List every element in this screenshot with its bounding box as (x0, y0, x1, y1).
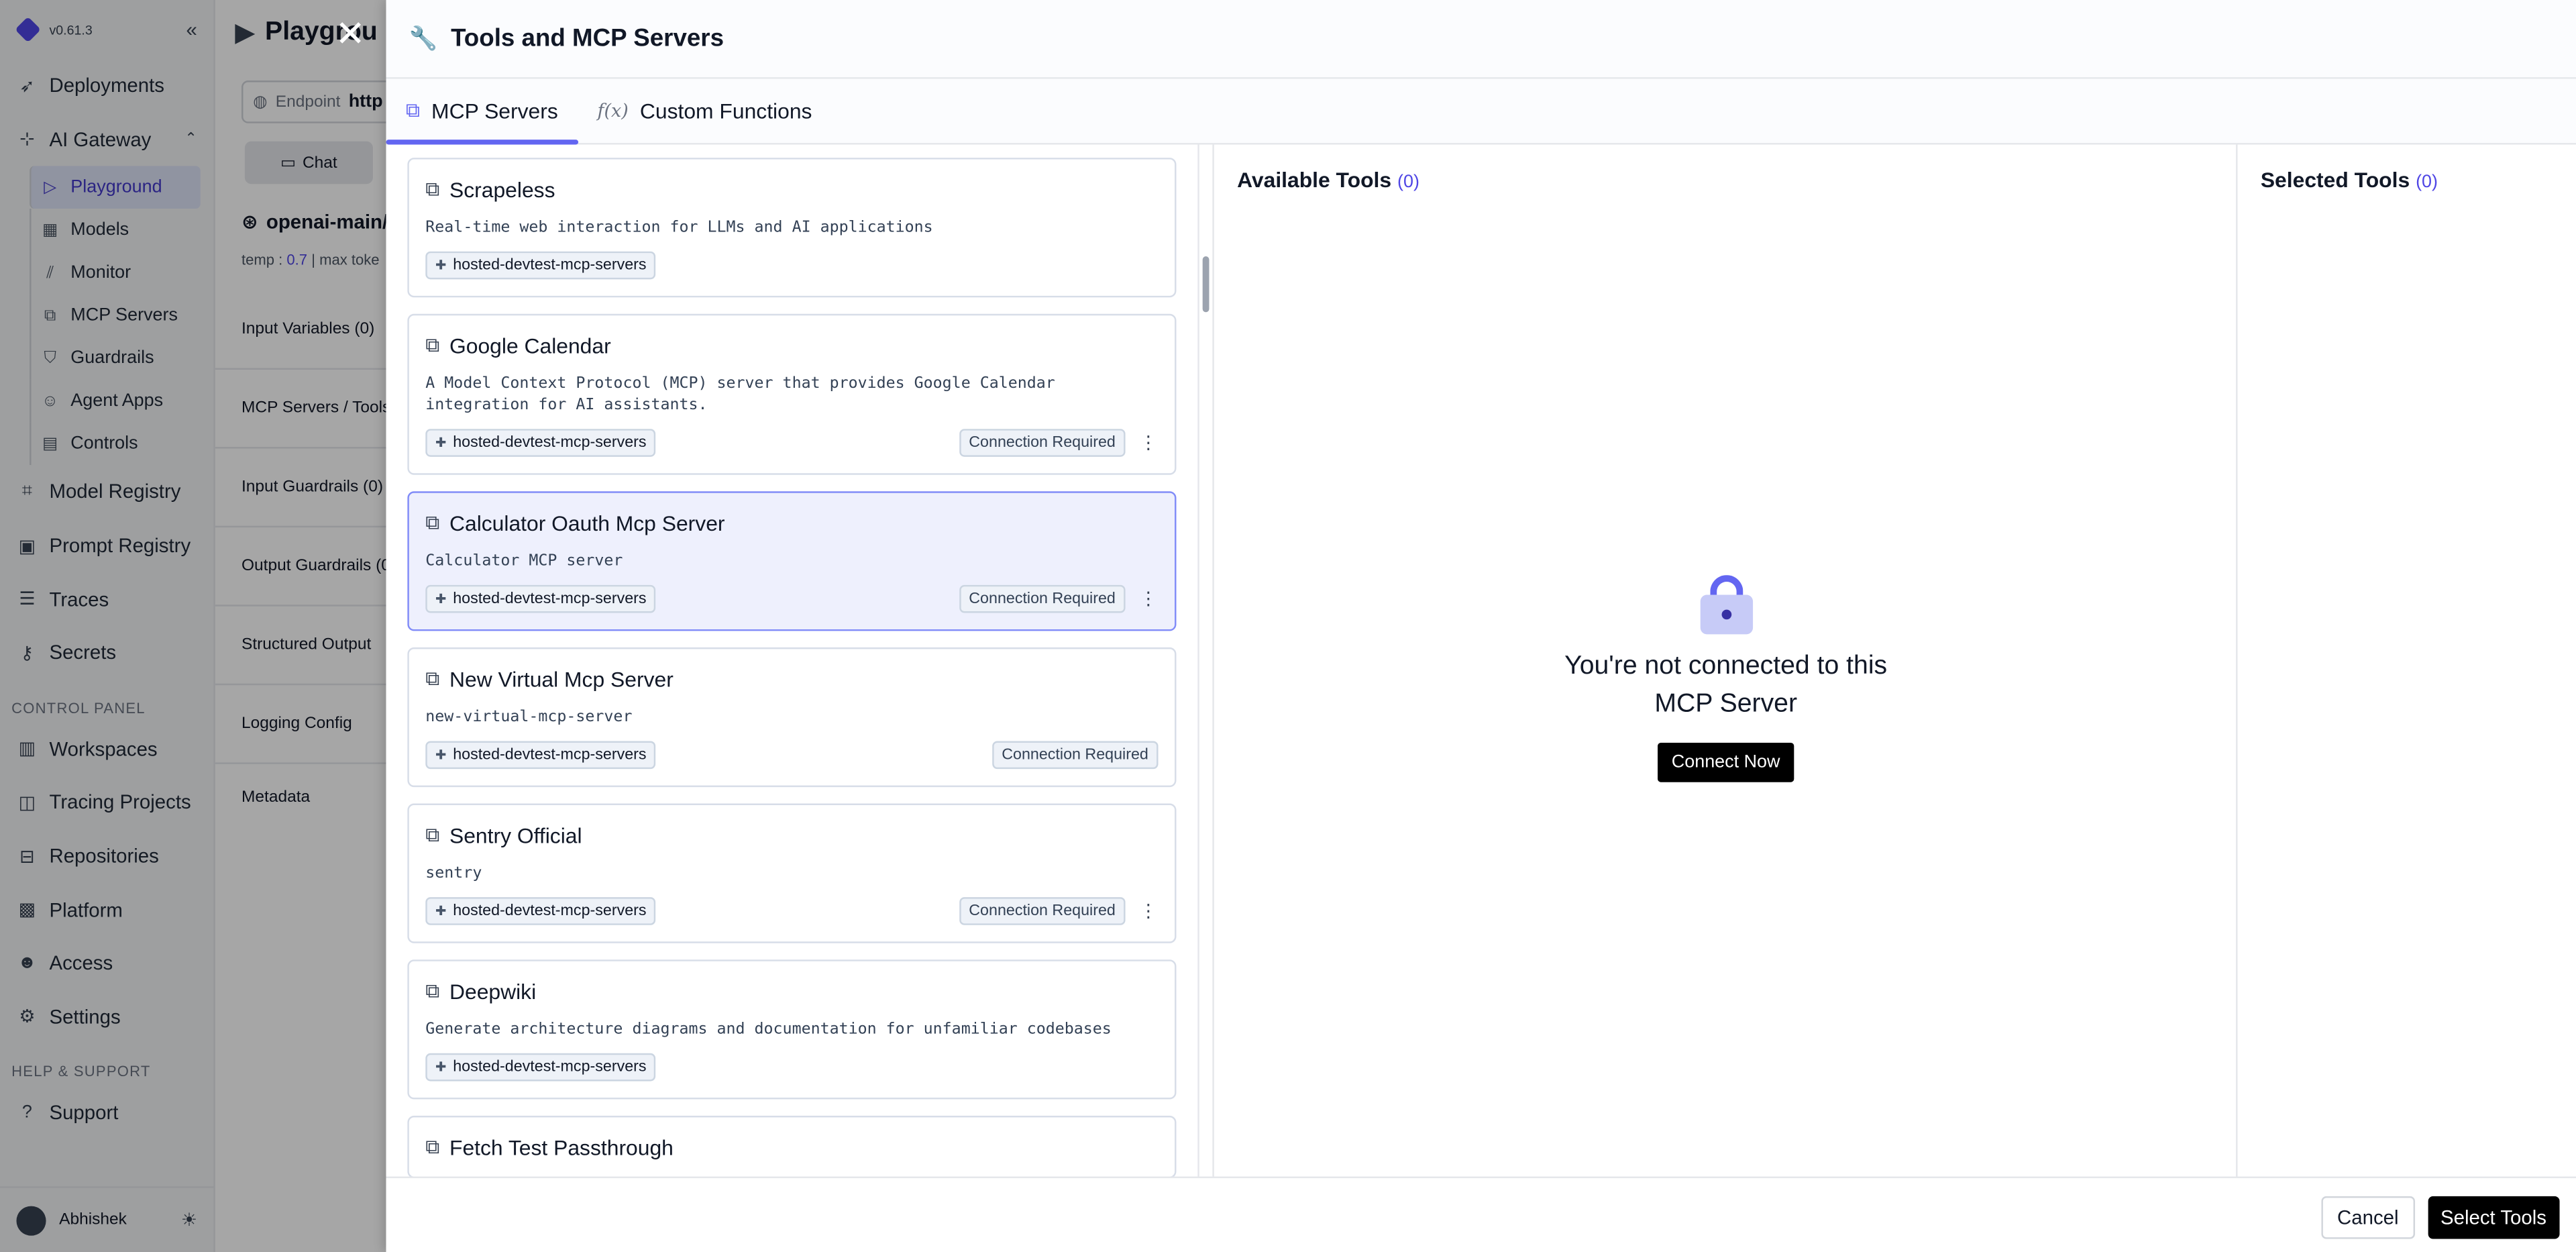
server-name: ⧉ New Virtual Mcp Server (425, 667, 674, 692)
group-badge: ✚ hosted-devtest-mcp-servers (425, 584, 657, 613)
server-meta: ✚ hosted-devtest-mcp-servers Connection Re… (425, 897, 1158, 925)
mcp-icon: ⧉ (425, 1135, 440, 1159)
app-root: v0.61.3 « ➶ Deployments ⊹ AI Gateway ⌃ ▷ Playg… (0, 0, 2576, 1252)
group-badge: ✚ hosted-devtest-mcp-servers (425, 251, 657, 280)
server-card[interactable]: ⧉ Deepwiki Generate architecture diagrams … (407, 959, 1177, 1100)
server-card[interactable]: ⧉ New Virtual Mcp Server new-virtual-mcp-s… (407, 647, 1177, 788)
server-card[interactable]: ⧉ Scrapeless Real-time web interaction for… (407, 158, 1177, 298)
mcp-icon: ⧉ (425, 979, 440, 1002)
server-description: Real-time web interaction for LLMs and A… (425, 218, 933, 237)
server-description: sentry (425, 864, 482, 883)
more-options-icon[interactable]: ⋮ (1138, 588, 1158, 609)
not-connected-message: You're not connected to this MCP Server (1564, 652, 1888, 719)
server-name: ⧉ Sentry Official (425, 823, 582, 848)
lock-icon (1697, 572, 1756, 637)
puzzle-icon: ✚ (435, 258, 447, 273)
mcp-icon: ⧉ (425, 823, 440, 847)
connection-required-badge: Connection Required (959, 429, 1126, 457)
puzzle-icon: ✚ (435, 1059, 447, 1075)
puzzle-icon: ✚ (435, 435, 447, 451)
group-badge: ✚ hosted-devtest-mcp-servers (425, 1053, 657, 1082)
server-meta: ✚ hosted-devtest-mcp-servers (425, 251, 1158, 280)
function-icon: f(x) (597, 100, 629, 122)
mcp-icon: ⧉ (425, 511, 440, 534)
server-description: A Model Context Protocol (MCP) server th… (425, 374, 1055, 415)
available-tools-count: (0) (1397, 172, 1419, 193)
server-description: Generate architecture diagrams and docum… (425, 1020, 1112, 1039)
server-card[interactable]: ⧉ Google Calendar A Model Context Protocol… (407, 313, 1177, 475)
group-badge: ✚ hosted-devtest-mcp-servers (425, 429, 657, 457)
mcp-icon: ⧉ (425, 177, 440, 201)
group-badge: ✚ hosted-devtest-mcp-servers (425, 897, 657, 925)
server-name: ⧉ Fetch Test Passthrough (425, 1135, 674, 1160)
close-icon[interactable]: ✕ (335, 13, 366, 56)
tab-mcp-servers[interactable]: ⧉ MCP Servers (386, 79, 578, 145)
connection-required-badge: Connection Required (991, 741, 1159, 770)
select-tools-button[interactable]: Select Tools (2427, 1196, 2560, 1239)
cancel-button[interactable]: Cancel (2320, 1196, 2416, 1239)
mcp-icon: ⧉ (425, 333, 440, 357)
server-description: Calculator MCP server (425, 552, 623, 570)
scrollbar-thumb[interactable] (1202, 256, 1210, 313)
available-tools-title: Available Tools (0) (1237, 167, 1419, 193)
mcp-icon: ⧉ (425, 667, 440, 690)
connection-required-badge: Connection Required (959, 897, 1126, 925)
server-name: ⧉ Google Calendar (425, 333, 611, 358)
more-options-icon[interactable]: ⋮ (1138, 432, 1158, 454)
modal-footer: Cancel Select Tools (386, 1176, 2576, 1252)
server-name: ⧉ Calculator Oauth Mcp Server (425, 511, 725, 536)
puzzle-icon: ✚ (435, 747, 447, 763)
modal-tabs: ⧉ MCP Servers f(x) Custom Functions (386, 79, 2576, 145)
server-meta: ✚ hosted-devtest-mcp-servers Connection Re… (425, 584, 1158, 613)
mcp-icon: ⧉ (405, 98, 420, 122)
not-connected-state: You're not connected to this MCP Server … (1214, 572, 2238, 782)
modal-backdrop[interactable] (0, 0, 386, 1252)
wrench-icon: 🔧 (409, 24, 438, 51)
selected-tools-pane: Selected Tools (0) (2236, 144, 2576, 1177)
server-name: ⧉ Scrapeless (425, 177, 555, 203)
tab-custom-functions[interactable]: f(x) Custom Functions (578, 79, 832, 144)
modal-title: Tools and MCP Servers (451, 24, 724, 53)
tools-mcp-modal: 🔧 Tools and MCP Servers ⧉ MCP Servers f(… (386, 0, 2576, 1252)
server-meta: ✚ hosted-devtest-mcp-servers Connection Re… (425, 741, 1159, 770)
more-options-icon[interactable]: ⋮ (1138, 900, 1158, 922)
connect-now-button[interactable]: Connect Now (1658, 742, 1794, 782)
available-tools-pane: Available Tools (0) You're not connected… (1212, 144, 2238, 1177)
server-name: ⧉ Deepwiki (425, 979, 537, 1004)
selected-tools-title: Selected Tools (0) (2260, 167, 2438, 193)
server-meta: ✚ hosted-devtest-mcp-servers (425, 1053, 1158, 1082)
connection-required-badge: Connection Required (959, 584, 1126, 613)
server-card[interactable]: ⧉ Fetch Test Passthrough (407, 1115, 1177, 1177)
list-scrollbar[interactable] (1202, 145, 1213, 1177)
group-badge: ✚ hosted-devtest-mcp-servers (425, 741, 657, 770)
server-description: new-virtual-mcp-server (425, 708, 633, 727)
selected-tools-count: (0) (2416, 172, 2438, 193)
server-card[interactable]: ⧉ Calculator Oauth Mcp Server Calculator M… (407, 491, 1177, 631)
mcp-server-list[interactable]: ⧉ Scrapeless Real-time web interaction for… (386, 144, 1199, 1177)
server-card[interactable]: ⧉ Sentry Official sentry ✚ hosted-devtest-mc… (407, 803, 1177, 943)
puzzle-icon: ✚ (435, 591, 447, 607)
puzzle-icon: ✚ (435, 903, 447, 919)
server-meta: ✚ hosted-devtest-mcp-servers Connection Re… (425, 429, 1158, 457)
modal-header: 🔧 Tools and MCP Servers (386, 0, 2576, 79)
